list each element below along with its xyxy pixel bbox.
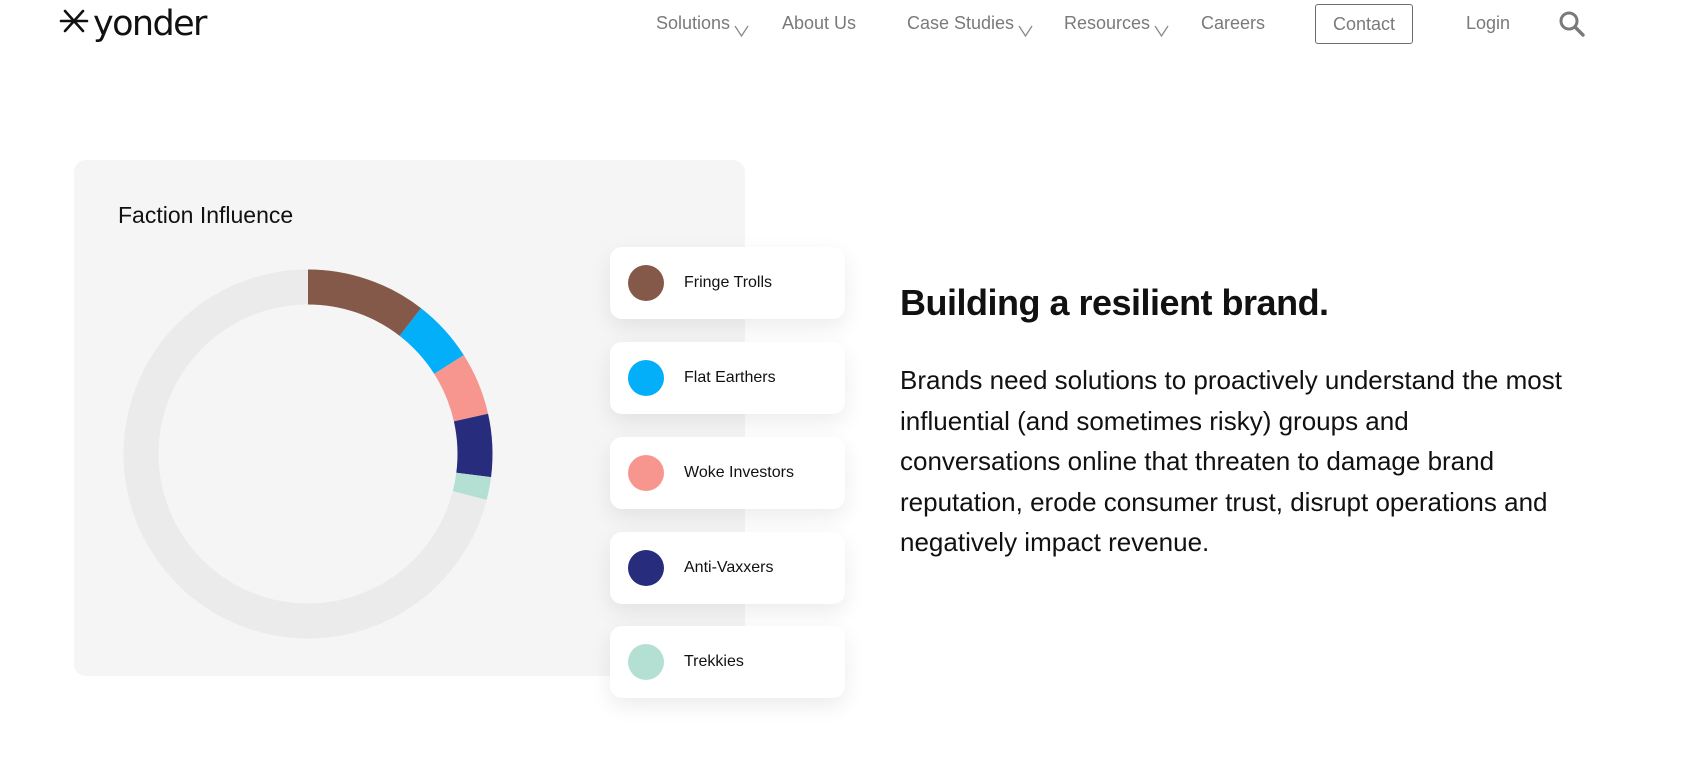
nav-solutions-label: Solutions — [656, 12, 731, 33]
donut-slice-flat-earthers — [399, 308, 464, 375]
legend-label: Flat Earthers — [684, 369, 776, 386]
nav-resources-label: Resources — [1064, 12, 1151, 33]
legend-label: Trekkies — [684, 653, 744, 670]
legend-item-fringe-trolls: Fringe Trolls — [610, 247, 845, 319]
nav-resources[interactable]: Resources — [1064, 0, 1169, 46]
hero-heading: Building a resilient brand. — [900, 282, 1329, 323]
legend-swatch — [628, 455, 664, 491]
nav-case-studies-label: Case Studies — [907, 12, 1015, 33]
faction-donut-chart — [123, 269, 493, 639]
legend-item-flat-earthers: Flat Earthers — [610, 342, 845, 414]
legend-label: Woke Investors — [684, 464, 794, 481]
nav-careers[interactable]: Careers — [1201, 0, 1265, 46]
hero-body-line: negatively impact revenue. — [900, 527, 1210, 557]
hero-body-line: Brands need solutions to proactively und… — [900, 365, 1562, 395]
faction-influence-card: Faction Influence Fringe Trolls Flat Eart… — [74, 160, 845, 698]
legend-swatch — [628, 644, 664, 680]
hero-body: Brands need solutions to proactively und… — [900, 360, 1616, 563]
hero-body-line: reputation, erode consumer trust, disrup… — [900, 486, 1548, 517]
donut-slice-woke-investors — [433, 355, 489, 422]
hero-body-line: conversations online that threaten to da… — [900, 446, 1495, 476]
login-label: Login — [1466, 12, 1511, 33]
nav-about-us-label: About Us — [782, 12, 857, 33]
legend-label: Fringe Trolls — [684, 274, 773, 291]
chevron-down-icon — [734, 25, 749, 37]
login-link[interactable]: Login — [1466, 0, 1510, 46]
asterisk-logo-icon — [59, 9, 89, 33]
nav-case-studies[interactable]: Case Studies — [907, 0, 1033, 46]
donut-slice-fringe-trolls — [307, 269, 422, 337]
contact-button[interactable]: Contact — [1315, 4, 1413, 44]
legend-label: Anti-Vaxxers — [684, 559, 774, 576]
legend-swatch — [628, 265, 664, 301]
legend-swatch — [628, 360, 664, 396]
card-title: Faction Influence — [118, 202, 294, 228]
nav-careers-label: Careers — [1201, 12, 1266, 33]
brand-name: yonder — [93, 3, 207, 44]
legend-item-anti-vaxxers: Anti-Vaxxers — [610, 532, 845, 604]
brand-logo[interactable]: yonder — [59, 2, 207, 46]
donut-slice-anti-vaxxers — [453, 413, 493, 478]
legend-item-woke-investors: Woke Investors — [610, 437, 845, 509]
chevron-down-icon — [1154, 25, 1169, 37]
nav-solutions[interactable]: Solutions — [656, 0, 749, 46]
donut-slice-trekkies — [452, 472, 492, 500]
nav-about-us[interactable]: About Us — [782, 0, 856, 46]
legend-item-trekkies: Trekkies — [610, 626, 845, 698]
hero-body-line: influential (and sometimes risky) groups… — [900, 405, 1409, 436]
chevron-down-icon — [1018, 25, 1033, 37]
legend-swatch — [628, 550, 664, 586]
search-icon[interactable] — [1558, 10, 1586, 38]
